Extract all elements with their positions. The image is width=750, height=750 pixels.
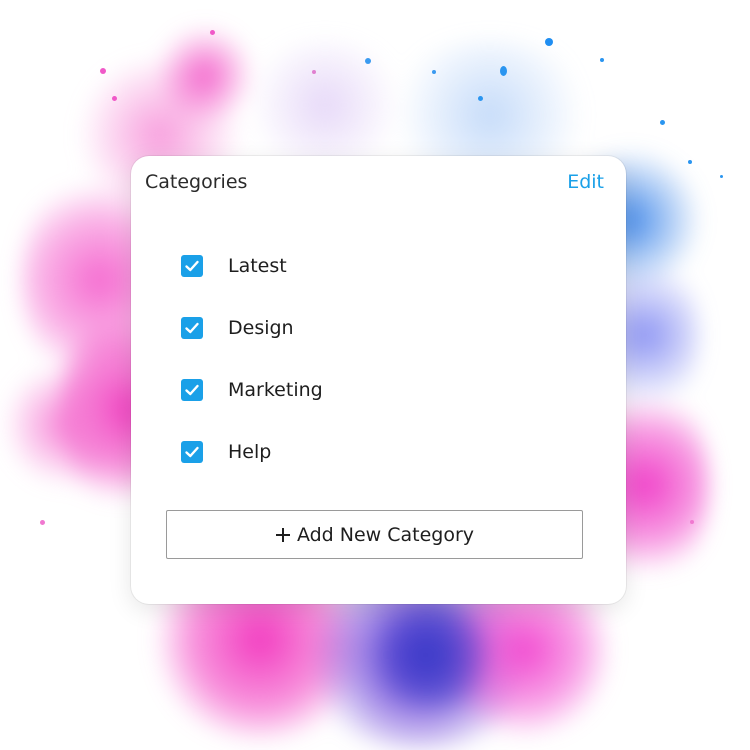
category-label: Latest: [228, 255, 287, 277]
add-button-label: Add New Category: [296, 523, 475, 546]
category-item-help[interactable]: Help: [181, 438, 323, 466]
category-label: Marketing: [228, 379, 323, 401]
checkbox-checked-icon[interactable]: [181, 379, 203, 401]
category-item-marketing[interactable]: Marketing: [181, 376, 323, 404]
add-new-category-button[interactable]: Add New Category: [166, 510, 583, 559]
app-stage: Categories Edit Latest Design Marketing: [0, 0, 750, 750]
plus-icon: [275, 527, 291, 543]
checkbox-checked-icon[interactable]: [181, 255, 203, 277]
categories-panel: Categories Edit Latest Design Marketing: [131, 156, 626, 604]
category-list: Latest Design Marketing Help: [181, 252, 323, 500]
category-item-design[interactable]: Design: [181, 314, 323, 342]
checkbox-checked-icon[interactable]: [181, 317, 203, 339]
category-label: Design: [228, 317, 294, 339]
checkbox-checked-icon[interactable]: [181, 441, 203, 463]
category-label: Help: [228, 441, 272, 463]
edit-link[interactable]: Edit: [567, 170, 604, 194]
category-item-latest[interactable]: Latest: [181, 252, 323, 280]
panel-title: Categories: [145, 171, 248, 193]
